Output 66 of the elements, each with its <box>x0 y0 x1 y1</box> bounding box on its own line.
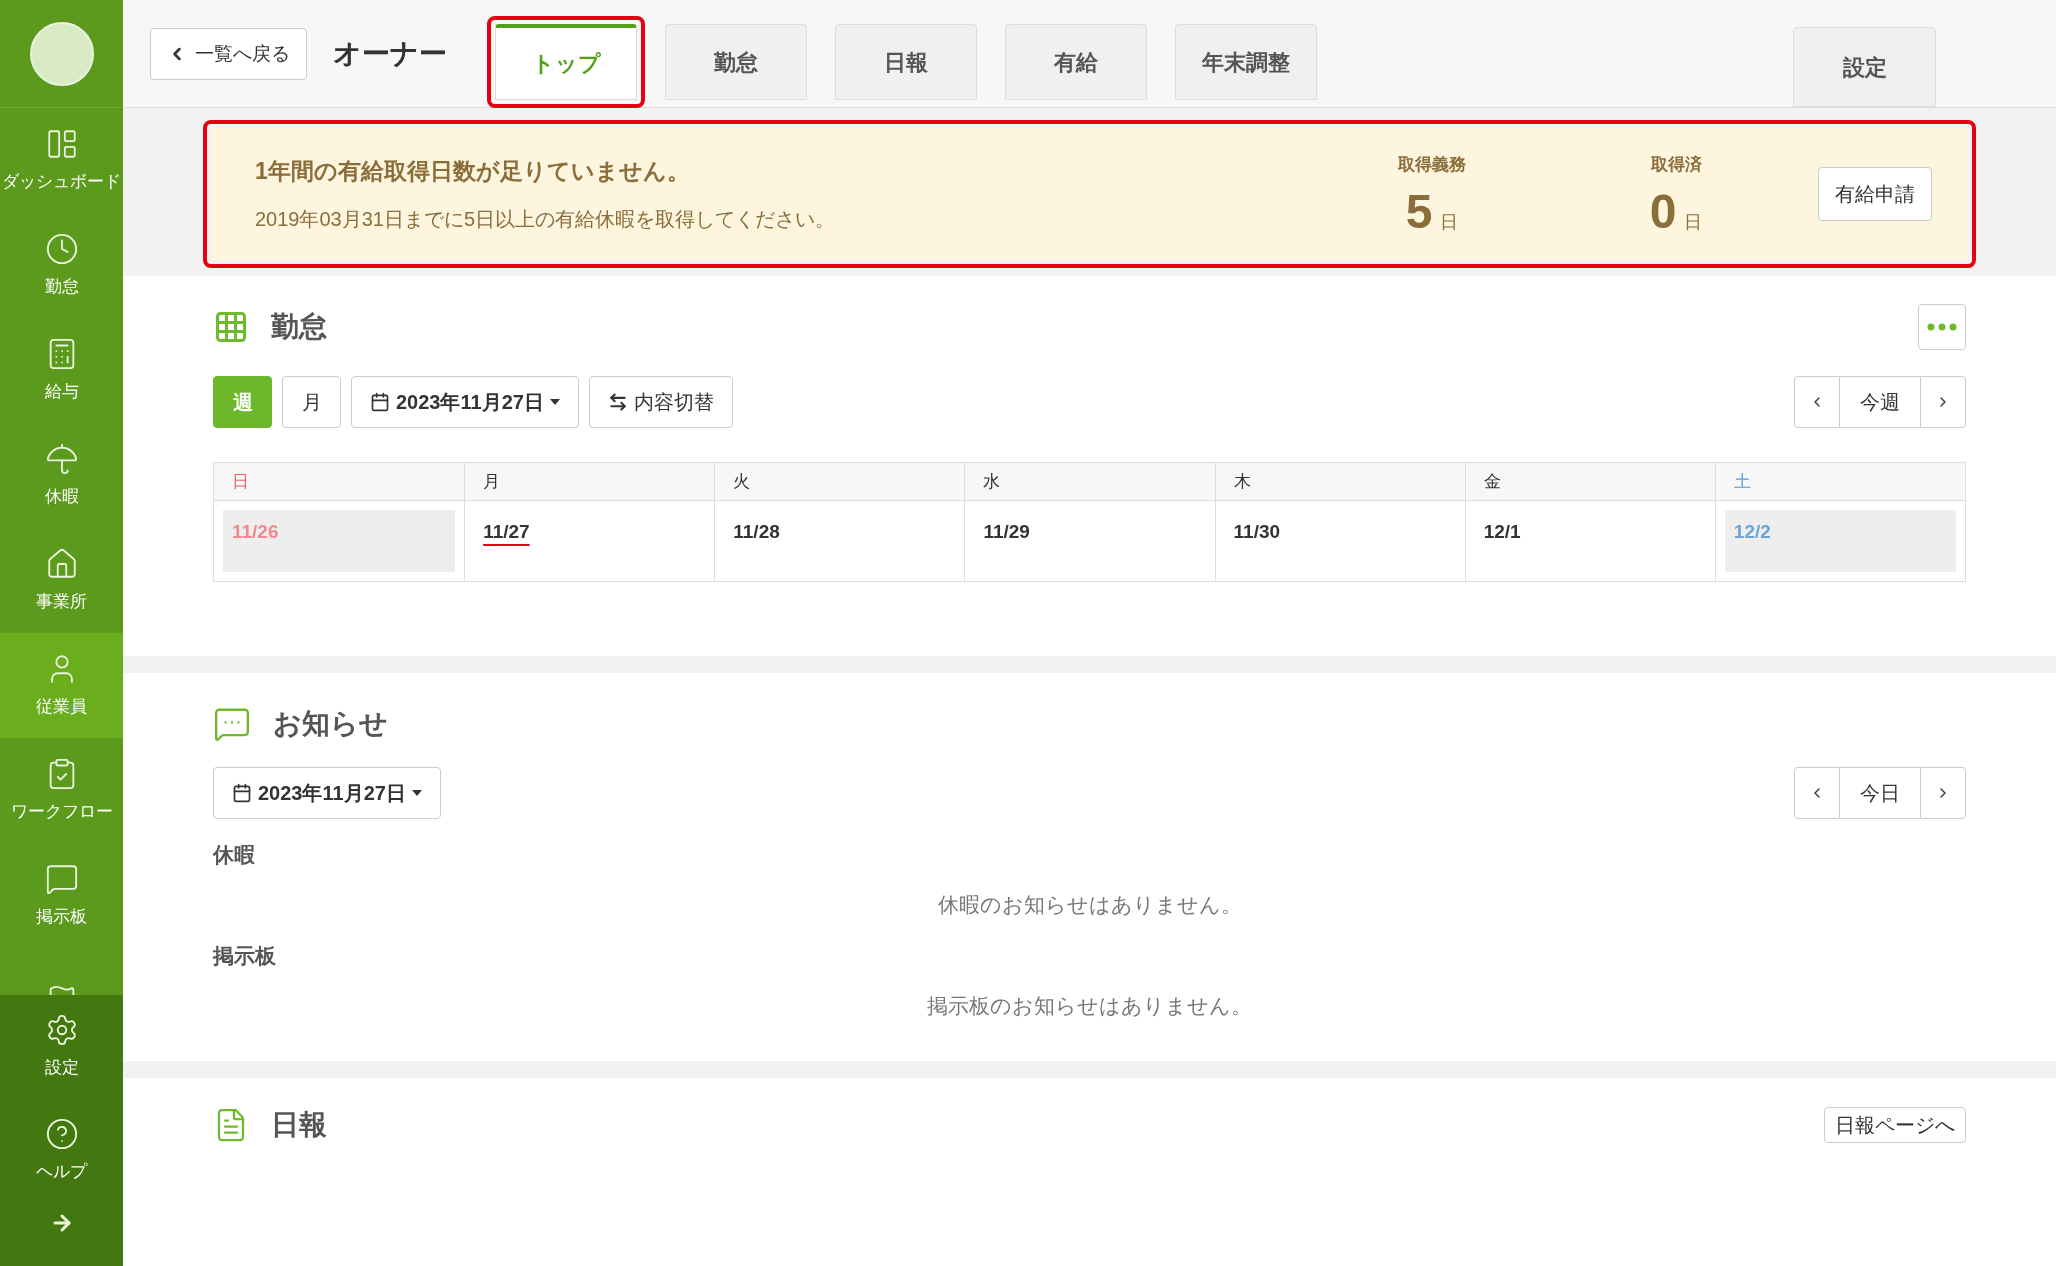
stat-label: 取得済 <box>1650 154 1702 177</box>
calendar-icon <box>370 392 390 412</box>
request-button[interactable]: 有給申請 <box>1818 167 1932 221</box>
tab[interactable]: 日報 <box>835 24 977 100</box>
tab[interactable]: 設定 <box>1793 27 1936 107</box>
current-period-button[interactable]: 今週 <box>1840 376 1920 428</box>
sidebar-item[interactable]: 給与 <box>0 318 123 423</box>
date-picker-button[interactable]: 2023年11月27日 <box>213 767 441 819</box>
sidebar-item[interactable]: ダッシュボード <box>0 108 123 213</box>
caret-icon <box>411 790 422 796</box>
clock-icon <box>44 231 79 266</box>
alert-message: 2019年03月31日までに5日以上の有給休暇を取得してください。 <box>255 207 836 233</box>
weekday-header: 日 <box>214 463 465 501</box>
tab[interactable]: 勤怠 <box>665 24 807 100</box>
umbrella-icon <box>44 441 79 476</box>
empty-message: 掲示板のお知らせはありません。 <box>926 992 1253 1019</box>
tab[interactable]: 年末調整 <box>1175 24 1317 100</box>
swap-arrows-icon <box>607 392 628 412</box>
stat-unit: 日 <box>1684 210 1703 234</box>
more-button[interactable] <box>1918 304 1966 350</box>
group-heading: 休暇 <box>213 842 256 868</box>
date-cell[interactable]: 12/1 <box>1474 510 1706 572</box>
dots-icon <box>1927 323 1957 331</box>
date-cell[interactable]: 11/28 <box>724 510 956 572</box>
caret-icon <box>549 399 560 405</box>
weekday-header: 水 <box>964 463 1215 501</box>
view-toggle-button[interactable]: 月 <box>282 376 341 428</box>
alert-title: 1年間の有給取得日数が足りていません。 <box>255 156 691 186</box>
date-picker-button[interactable]: 2023年11月27日 <box>351 376 579 428</box>
group-heading: 掲示板 <box>213 943 277 969</box>
previous-button[interactable] <box>1794 376 1840 428</box>
calendar-icon <box>232 783 252 803</box>
sidebar-item[interactable]: 事業所 <box>0 528 123 633</box>
sidebar-item[interactable]: ヘルプ <box>0 1099 123 1203</box>
date-cell[interactable]: 11/29 <box>974 510 1206 572</box>
previous-button[interactable] <box>1794 767 1840 819</box>
sidebar-item[interactable]: 掲示板 <box>0 843 123 948</box>
section-title: 日報 <box>271 1108 327 1142</box>
stat-label: 取得義務 <box>1398 154 1466 177</box>
daily-report-link-button[interactable]: 日報ページへ <box>1824 1107 1966 1143</box>
weekday-header: 木 <box>1214 463 1465 501</box>
weekday-header: 土 <box>1714 463 1965 501</box>
empty-message: 休暇のお知らせはありません。 <box>936 891 1243 918</box>
grid-icon <box>213 309 249 345</box>
next-button[interactable] <box>1920 376 1966 428</box>
stat-value: 0 <box>1649 187 1677 236</box>
stat-unit: 日 <box>1440 210 1459 234</box>
sidebar-item[interactable]: 設定 <box>0 995 123 1099</box>
sidebar-item[interactable]: 勤怠 <box>0 213 123 318</box>
weekday-header: 月 <box>464 463 715 501</box>
sidebar-item[interactable]: ワークフロー <box>0 738 123 843</box>
help-icon <box>44 1117 79 1152</box>
current-period-button[interactable]: 今日 <box>1840 767 1920 819</box>
date-cell[interactable]: 11/30 <box>1224 510 1456 572</box>
weekday-header: 火 <box>714 463 965 501</box>
section-title: お知らせ <box>273 707 388 741</box>
tab[interactable]: 有給 <box>1005 24 1147 100</box>
sidebar-item[interactable]: 休暇 <box>0 423 123 528</box>
weekday-header: 金 <box>1464 463 1715 501</box>
next-button[interactable] <box>1920 767 1966 819</box>
back-button[interactable]: 一覧へ戻る <box>150 28 307 80</box>
section-title: 勤怠 <box>271 310 327 344</box>
page-title: オーナー <box>333 37 447 71</box>
date-cell[interactable]: 11/27 <box>474 510 706 572</box>
switch-content-button[interactable]: 内容切替 <box>588 376 733 428</box>
stat-value: 5 <box>1405 187 1433 236</box>
